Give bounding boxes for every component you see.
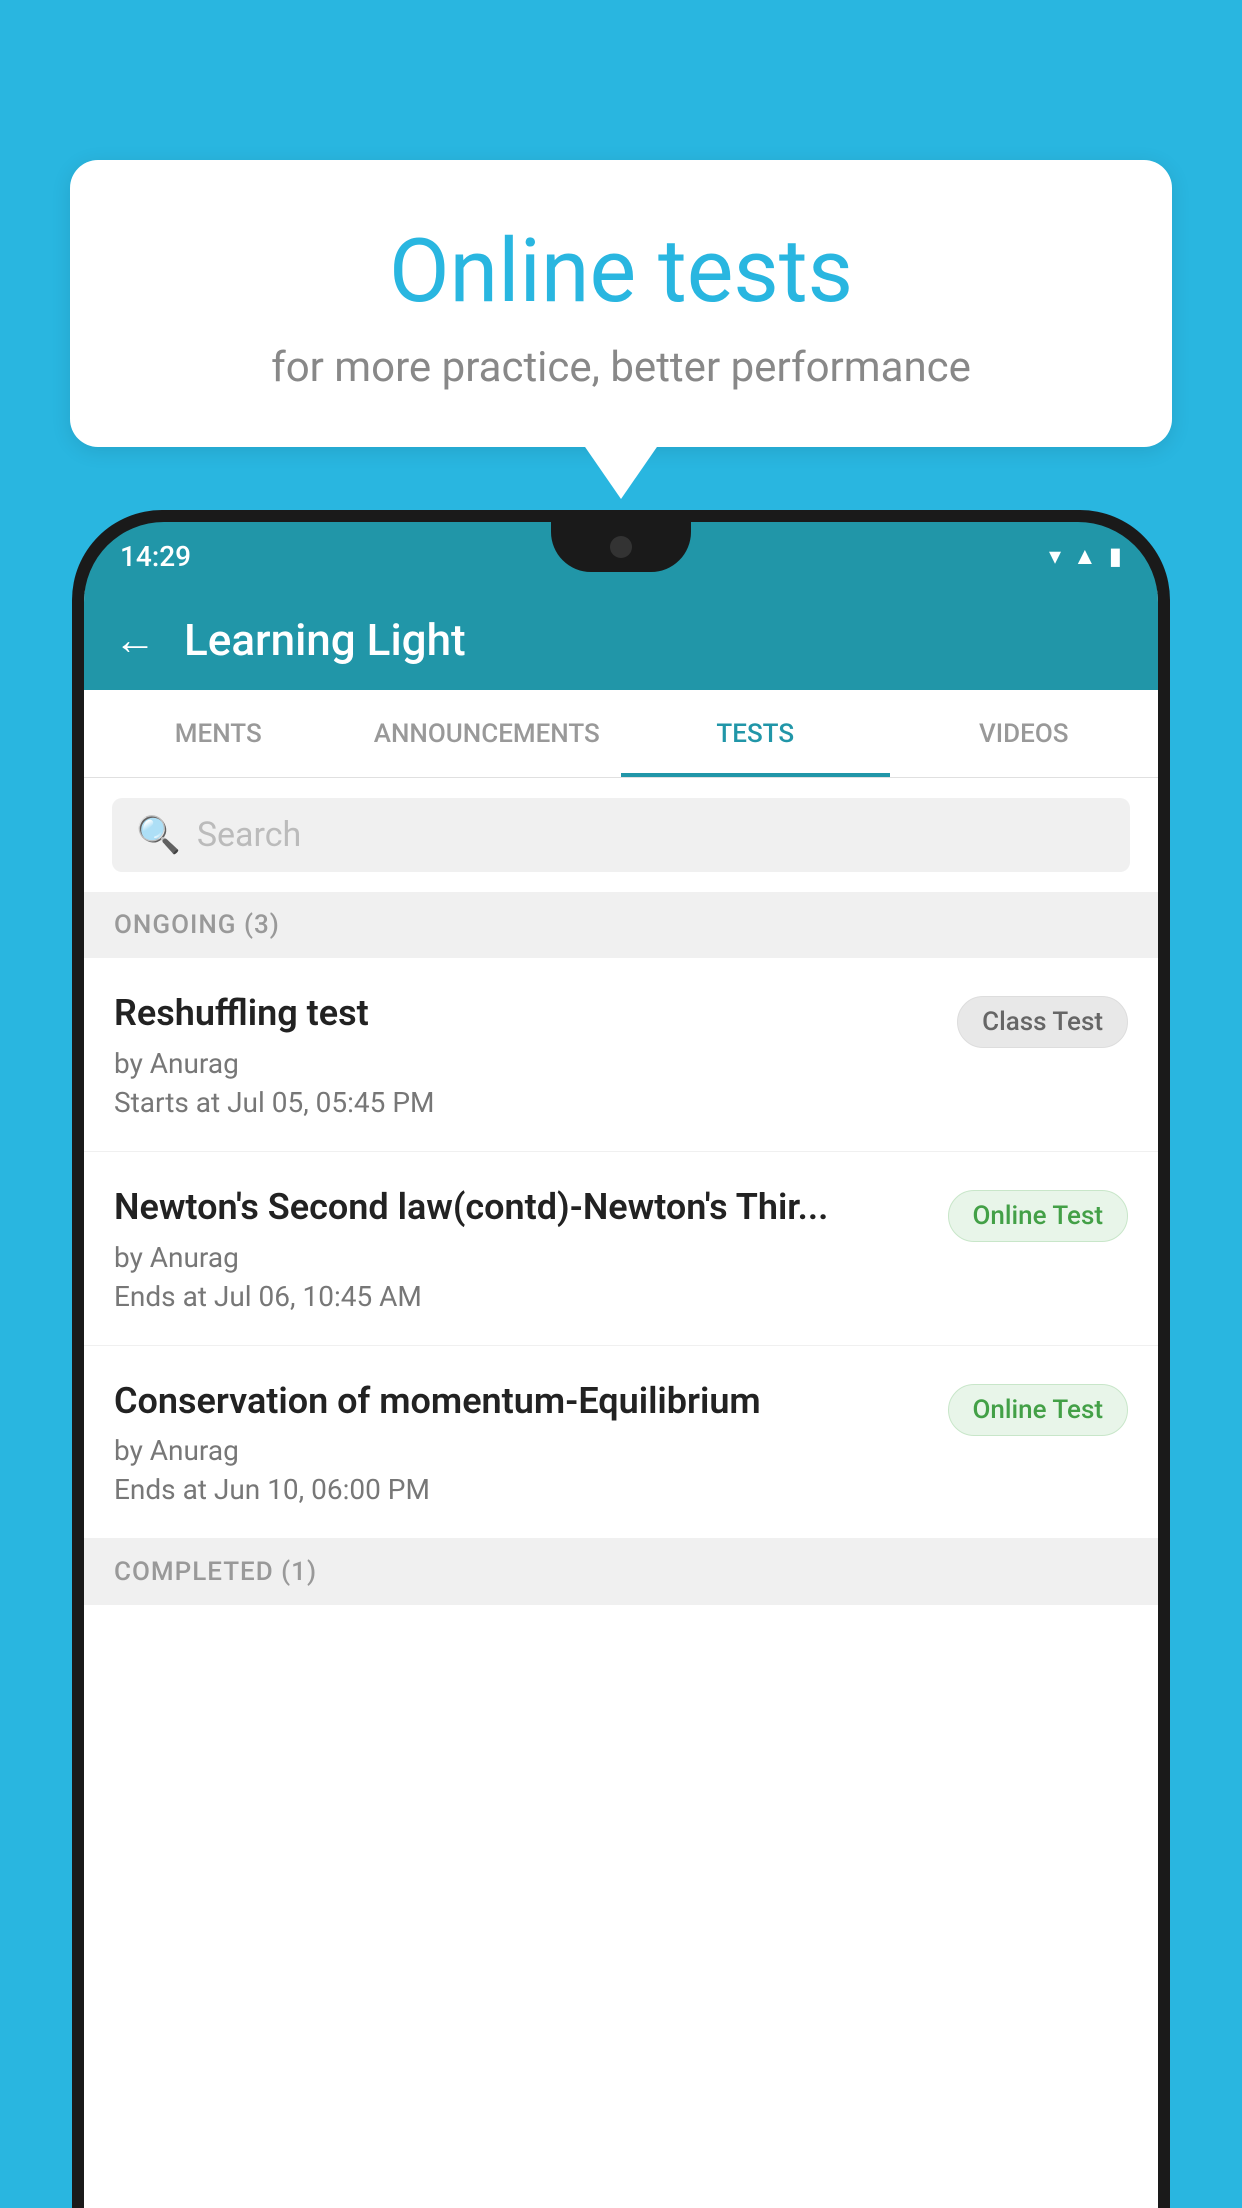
app-bar: ← Learning Light: [84, 590, 1158, 690]
completed-section-header: COMPLETED (1): [84, 1539, 1158, 1605]
test-item-2[interactable]: Newton's Second law(contd)-Newton's Thir…: [84, 1152, 1158, 1346]
test-time-2: Ends at Jul 06, 10:45 AM: [114, 1280, 928, 1313]
badge-online-test-3: Online Test: [948, 1384, 1129, 1436]
search-icon: 🔍: [136, 814, 181, 856]
phone-inner: 14:29 ▾ ▲ ▮ ← Learning Light MENTS ANNOU…: [84, 522, 1158, 2208]
tab-tests[interactable]: TESTS: [621, 690, 890, 777]
wifi-icon: ▾: [1049, 542, 1061, 570]
back-button[interactable]: ←: [114, 616, 156, 665]
search-bar: 🔍 Search: [84, 778, 1158, 892]
ongoing-section-header: ONGOING (3): [84, 892, 1158, 958]
test-name-3: Conservation of momentum-Equilibrium: [114, 1378, 928, 1425]
tab-videos[interactable]: VIDEOS: [890, 690, 1159, 777]
test-name-2: Newton's Second law(contd)-Newton's Thir…: [114, 1184, 928, 1231]
test-info-1: Reshuffling test by Anurag Starts at Jul…: [114, 990, 937, 1119]
search-placeholder: Search: [197, 815, 301, 855]
phone-device: 14:29 ▾ ▲ ▮ ← Learning Light MENTS ANNOU…: [72, 510, 1170, 2208]
tab-bar: MENTS ANNOUNCEMENTS TESTS VIDEOS: [84, 690, 1158, 778]
bubble-subtitle: for more practice, better performance: [120, 343, 1122, 392]
test-by-3: by Anurag: [114, 1434, 928, 1467]
test-info-3: Conservation of momentum-Equilibrium by …: [114, 1378, 928, 1507]
status-bar: 14:29 ▾ ▲ ▮: [84, 522, 1158, 590]
tab-announcements[interactable]: ANNOUNCEMENTS: [353, 690, 622, 777]
test-list: Reshuffling test by Anurag Starts at Jul…: [84, 958, 1158, 1539]
camera: [610, 536, 632, 558]
test-item-1[interactable]: Reshuffling test by Anurag Starts at Jul…: [84, 958, 1158, 1152]
speech-bubble: Online tests for more practice, better p…: [70, 160, 1172, 447]
test-info-2: Newton's Second law(contd)-Newton's Thir…: [114, 1184, 928, 1313]
badge-online-test-2: Online Test: [948, 1190, 1129, 1242]
status-icons: ▾ ▲ ▮: [1049, 542, 1122, 571]
app-title: Learning Light: [184, 614, 466, 666]
test-by-1: by Anurag: [114, 1047, 937, 1080]
badge-class-test-1: Class Test: [957, 996, 1128, 1048]
battery-icon: ▮: [1109, 542, 1122, 570]
test-by-2: by Anurag: [114, 1241, 928, 1274]
status-time: 14:29: [120, 540, 191, 573]
bubble-title: Online tests: [120, 220, 1122, 323]
test-time-1: Starts at Jul 05, 05:45 PM: [114, 1086, 937, 1119]
tab-assignments[interactable]: MENTS: [84, 690, 353, 777]
notch: [551, 522, 691, 572]
test-name-1: Reshuffling test: [114, 990, 937, 1037]
search-input-wrap[interactable]: 🔍 Search: [112, 798, 1130, 872]
test-item-3[interactable]: Conservation of momentum-Equilibrium by …: [84, 1346, 1158, 1540]
signal-icon: ▲: [1073, 542, 1097, 571]
phone-screen: ← Learning Light MENTS ANNOUNCEMENTS TES…: [84, 590, 1158, 2208]
test-time-3: Ends at Jun 10, 06:00 PM: [114, 1473, 928, 1506]
